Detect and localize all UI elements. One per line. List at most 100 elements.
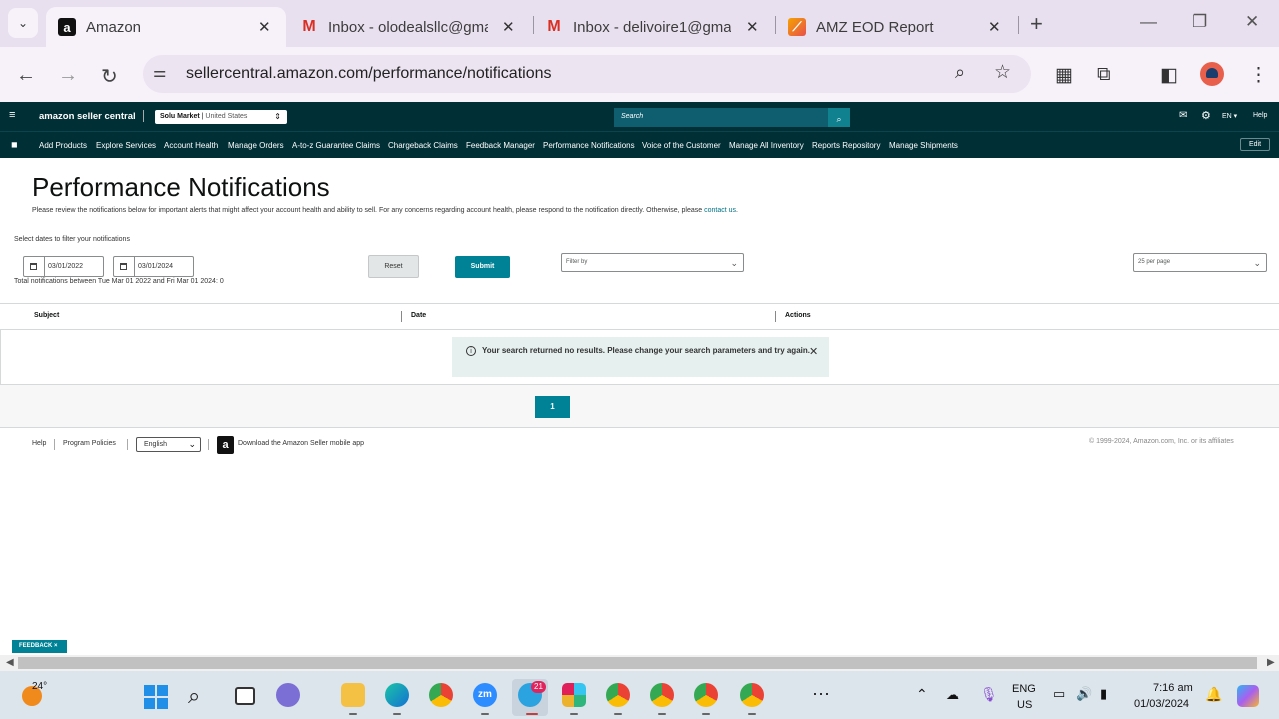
file-explorer-icon[interactable] — [341, 683, 365, 707]
brand-logo[interactable]: amazon seller central — [39, 111, 136, 122]
amazon-app-icon[interactable]: a — [217, 436, 234, 454]
program-policies-link[interactable]: Program Policies — [63, 440, 116, 447]
close-tab-icon[interactable]: ✕ — [258, 18, 271, 36]
battery-icon[interactable]: ▮ — [1100, 686, 1107, 702]
zoom-app-icon[interactable]: zm — [473, 683, 497, 707]
nav-reports-repository[interactable]: Reports Repository — [812, 141, 880, 150]
cloud-offline-icon[interactable]: ☁ — [946, 687, 959, 703]
close-alert-icon[interactable]: ✕ — [809, 345, 818, 358]
mail-icon[interactable]: ✉ — [1179, 110, 1187, 121]
nav-account-health[interactable]: Account Health — [164, 141, 218, 150]
nav-voice-of-customer[interactable]: Voice of the Customer — [642, 141, 721, 150]
slack-icon[interactable] — [562, 683, 586, 707]
tab-amz-eod-report[interactable]: ⟋ AMZ EOD Report ✕ — [788, 7, 1013, 47]
date-from-input[interactable]: 03/01/2022 — [23, 256, 104, 277]
search-button[interactable]: ⌕ — [828, 108, 850, 127]
footer-help-link[interactable]: Help — [32, 440, 46, 447]
chrome-profile-2-icon[interactable] — [606, 683, 630, 707]
clock-time[interactable]: 7:16 am — [1153, 682, 1193, 694]
feedback-button[interactable]: FEEDBACK × — [12, 640, 67, 653]
nav-add-products[interactable]: Add Products — [39, 141, 87, 150]
reset-button[interactable]: Reset — [368, 255, 419, 278]
more-apps-icon[interactable]: ⋯ — [812, 684, 830, 705]
nav-manage-orders[interactable]: Manage Orders — [228, 141, 284, 150]
chrome-profile-5-icon[interactable] — [740, 683, 764, 707]
input-language-top[interactable]: ENG — [1012, 683, 1036, 695]
gmail-icon: M — [302, 18, 316, 35]
download-app-link[interactable]: Download the Amazon Seller mobile app — [238, 440, 364, 447]
per-page-select[interactable]: 25 per page ⌄ — [1133, 253, 1267, 272]
scroll-right-icon[interactable]: ▶ — [1267, 657, 1275, 668]
footer-language-select[interactable]: English ⌄ — [136, 437, 201, 452]
forward-icon[interactable]: → — [58, 64, 78, 87]
window-close-icon[interactable]: ✕ — [1245, 12, 1259, 32]
nav-manage-shipments[interactable]: Manage Shipments — [889, 141, 958, 150]
settings-gear-icon[interactable]: ⚙ — [1201, 109, 1211, 122]
bookmark-star-icon[interactable]: ☆ — [994, 61, 1011, 84]
nav-explore-services[interactable]: Explore Services — [96, 141, 156, 150]
seller-central-header: ≡ amazon seller central Solu Market | Un… — [0, 102, 1279, 131]
column-actions: Actions — [785, 312, 811, 319]
bookmark-icon[interactable]: ◼ — [11, 140, 18, 149]
store-selector[interactable]: Solu Market | United States ⇕ — [155, 110, 287, 124]
close-tab-icon[interactable]: ✕ — [746, 18, 759, 36]
date-to-input[interactable]: 03/01/2024 — [113, 256, 194, 277]
new-tab-button[interactable]: + — [1030, 11, 1043, 37]
restore-icon[interactable]: ❐ — [1192, 12, 1207, 32]
close-tab-icon[interactable]: ✕ — [988, 18, 1001, 36]
minimize-icon[interactable]: — — [1140, 12, 1157, 32]
contact-us-link[interactable]: contact us — [704, 207, 736, 214]
chrome-profile-4-icon[interactable] — [694, 683, 718, 707]
edge-icon[interactable] — [385, 683, 409, 707]
column-date[interactable]: Date — [411, 312, 426, 319]
chevron-down-icon: ⌄ — [1253, 258, 1261, 268]
qr-code-icon[interactable]: ▦ — [1055, 64, 1073, 87]
show-hidden-icons[interactable]: ⌃ — [916, 686, 928, 703]
teams-chat-icon[interactable] — [276, 683, 300, 707]
reload-icon[interactable]: ↻ — [101, 64, 118, 89]
profile-avatar[interactable] — [1200, 62, 1224, 86]
calendar-icon — [30, 263, 37, 270]
language-selector[interactable]: EN ▾ — [1222, 112, 1237, 120]
scroll-left-icon[interactable]: ◀ — [6, 657, 14, 668]
filter-by-select[interactable]: Filter by ⌄ — [561, 253, 744, 272]
display-icon[interactable]: ▭ — [1053, 686, 1065, 702]
chrome-profile-3-icon[interactable] — [650, 683, 674, 707]
page-button-1[interactable]: 1 — [535, 396, 570, 418]
back-icon[interactable]: ← — [16, 64, 36, 87]
microphone-icon[interactable]: 🎙 — [980, 686, 998, 703]
tab-gmail-1[interactable]: M Inbox - olodealsllc@gmail ✕ — [300, 7, 525, 47]
nav-a-to-z-claims[interactable]: A-to-z Guarantee Claims — [292, 141, 380, 150]
nav-feedback-manager[interactable]: Feedback Manager — [466, 141, 535, 150]
search-icon[interactable]: ⌕ — [188, 683, 200, 709]
nav-performance-notifications[interactable]: Performance Notifications — [543, 141, 635, 150]
tab-search-button[interactable]: ⌄ — [8, 8, 38, 38]
side-panel-icon[interactable]: ◧ — [1160, 64, 1178, 87]
task-view-icon[interactable] — [235, 687, 255, 705]
tab-gmail-2[interactable]: M Inbox - delivoire1@gmail ✕ — [545, 7, 770, 47]
start-icon[interactable] — [144, 685, 168, 709]
clock-date[interactable]: 01/03/2024 — [1134, 698, 1189, 710]
volume-icon[interactable]: 🔊 — [1076, 686, 1092, 702]
close-tab-icon[interactable]: ✕ — [502, 18, 515, 36]
scrollbar-thumb[interactable] — [18, 657, 1257, 669]
column-subject[interactable]: Subject — [34, 312, 59, 319]
notification-bell-icon[interactable]: 🔔 — [1205, 686, 1222, 703]
hamburger-menu-icon[interactable]: ≡ — [9, 109, 15, 121]
seller-central-nav: ◼ Add Products Explore Services Account … — [0, 131, 1279, 158]
nav-manage-all-inventory[interactable]: Manage All Inventory — [729, 141, 804, 150]
search-input[interactable]: Search — [614, 108, 828, 127]
submit-button[interactable]: Submit — [455, 256, 510, 278]
help-link[interactable]: Help — [1253, 112, 1267, 119]
nav-chargeback-claims[interactable]: Chargeback Claims — [388, 141, 458, 150]
extensions-icon[interactable]: ⧉ — [1097, 64, 1111, 86]
copilot-icon[interactable] — [1237, 685, 1259, 707]
input-language-bottom[interactable]: US — [1017, 699, 1032, 711]
address-bar[interactable]: ⚌ sellercentral.amazon.com/performance/n… — [143, 55, 1031, 93]
site-info-icon[interactable]: ⚌ — [153, 63, 166, 81]
chrome-icon[interactable] — [429, 683, 453, 707]
menu-icon[interactable]: ⋮ — [1249, 64, 1268, 87]
tab-amazon[interactable]: a Amazon ✕ — [46, 7, 286, 47]
edit-nav-button[interactable]: Edit — [1240, 138, 1270, 151]
zoom-icon[interactable]: ⌕ — [955, 62, 965, 83]
